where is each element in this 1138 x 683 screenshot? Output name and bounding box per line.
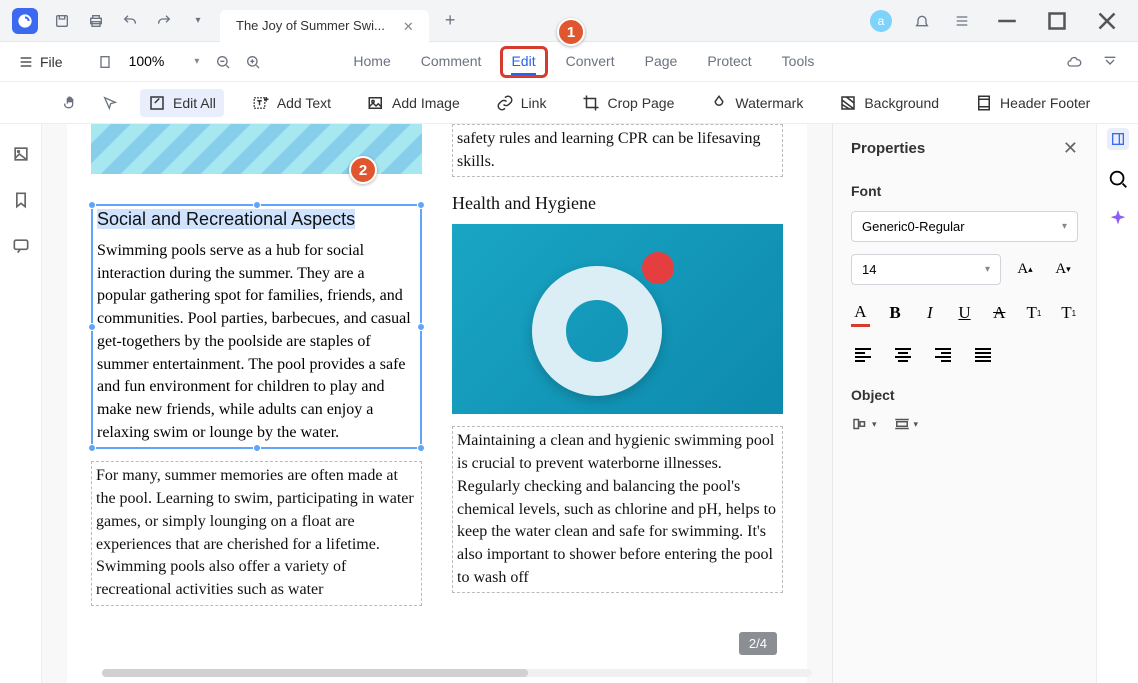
crop-icon	[582, 94, 600, 112]
tab-convert[interactable]: Convert	[566, 49, 615, 75]
italic-icon[interactable]: I	[920, 299, 939, 327]
superscript-icon[interactable]: T1	[1025, 299, 1044, 327]
left-sidebar	[0, 124, 42, 683]
paragraph-hygiene[interactable]: Maintaining a clean and hygienic swimmin…	[452, 426, 783, 593]
app-logo[interactable]	[12, 8, 38, 34]
chevron-down-icon[interactable]: ▾	[188, 11, 208, 31]
menu-icon[interactable]	[952, 11, 972, 31]
edit-all-icon	[148, 94, 166, 112]
link-button[interactable]: Link	[488, 89, 555, 117]
edit-all-button[interactable]: Edit All	[140, 89, 224, 117]
bell-icon[interactable]	[912, 11, 932, 31]
new-tab-button[interactable]: +	[445, 10, 456, 31]
undo-icon[interactable]	[120, 11, 140, 31]
link-icon	[496, 94, 514, 112]
paragraph-memories[interactable]: For many, summer memories are often made…	[91, 461, 422, 605]
properties-panel: Properties ✕ Font Generic0-Regular 14 A▴…	[832, 124, 1096, 683]
tab-protect[interactable]: Protect	[707, 49, 751, 75]
background-icon	[839, 94, 857, 112]
heading-health[interactable]: Health and Hygiene	[452, 193, 783, 214]
properties-title: Properties	[851, 140, 925, 157]
page-indicator: 2/4	[739, 632, 777, 655]
properties-close-icon[interactable]: ✕	[1063, 138, 1078, 159]
increase-font-icon[interactable]: A▴	[1011, 256, 1039, 284]
file-menu[interactable]: File	[18, 54, 63, 70]
cloud-icon[interactable]	[1064, 52, 1084, 72]
close-icon[interactable]: ✕	[403, 19, 417, 33]
bookmarks-icon[interactable]	[11, 190, 31, 210]
font-size-select[interactable]: 14	[851, 254, 1001, 285]
tab-title: The Joy of Summer Swi...	[236, 18, 385, 33]
align-center-icon[interactable]	[891, 343, 915, 367]
horizontal-scrollbar[interactable]	[102, 669, 812, 677]
print-icon[interactable]	[86, 11, 106, 31]
redo-icon[interactable]	[154, 11, 174, 31]
save-icon[interactable]	[52, 11, 72, 31]
add-text-icon	[252, 94, 270, 112]
strikethrough-icon[interactable]: A	[990, 299, 1009, 327]
document-page: Social and Recreational Aspects Swimming…	[67, 124, 807, 683]
tab-comment[interactable]: Comment	[421, 49, 482, 75]
object-align-dropdown[interactable]: ▾	[851, 415, 877, 433]
properties-rail-icon[interactable]	[1107, 128, 1129, 150]
paragraph-social[interactable]: Swimming pools serve as a hub for social…	[97, 240, 416, 444]
user-avatar[interactable]: a	[870, 10, 892, 32]
zoom-dropdown[interactable]: 100%	[125, 51, 204, 72]
header-footer-icon	[975, 94, 993, 112]
font-color-icon[interactable]: A	[851, 299, 870, 327]
header-footer-button[interactable]: Header Footer	[967, 89, 1098, 117]
decrease-font-icon[interactable]: A▾	[1049, 256, 1077, 284]
object-distribute-dropdown[interactable]: ▾	[893, 415, 919, 433]
document-tab[interactable]: The Joy of Summer Swi... ✕	[220, 10, 429, 42]
tab-edit[interactable]: Edit	[511, 49, 535, 75]
hand-tool-icon[interactable]	[60, 93, 80, 113]
tab-page[interactable]: Page	[645, 49, 678, 75]
heading-social[interactable]: Social and Recreational Aspects	[97, 209, 416, 230]
tab-home[interactable]: Home	[353, 49, 390, 75]
align-justify-icon[interactable]	[971, 343, 995, 367]
minimize-button[interactable]	[992, 6, 1022, 36]
document-image-pool[interactable]	[452, 224, 783, 414]
page-view-icon[interactable]	[95, 52, 115, 72]
object-section-label: Object	[851, 387, 1078, 403]
comments-icon[interactable]	[11, 236, 31, 256]
watermark-icon	[710, 94, 728, 112]
underline-icon[interactable]: U	[955, 299, 974, 327]
paragraph-fragment-top[interactable]: safety rules and learning CPR can be lif…	[452, 124, 783, 177]
add-image-icon	[367, 94, 385, 112]
subscript-icon[interactable]: T1	[1059, 299, 1078, 327]
font-family-select[interactable]: Generic0-Regular	[851, 211, 1078, 242]
zoom-out-icon[interactable]	[213, 52, 233, 72]
selected-text-box[interactable]: Social and Recreational Aspects Swimming…	[91, 204, 422, 449]
font-section-label: Font	[851, 183, 1078, 199]
search-rail-icon[interactable]	[1107, 168, 1129, 190]
right-sidebar	[1096, 124, 1138, 683]
align-left-icon[interactable]	[851, 343, 875, 367]
collapse-ribbon-icon[interactable]	[1100, 52, 1120, 72]
close-button[interactable]	[1092, 6, 1122, 36]
align-right-icon[interactable]	[931, 343, 955, 367]
background-button[interactable]: Background	[831, 89, 947, 117]
crop-page-button[interactable]: Crop Page	[574, 89, 682, 117]
add-text-button[interactable]: Add Text	[244, 89, 339, 117]
maximize-button[interactable]	[1042, 6, 1072, 36]
add-image-button[interactable]: Add Image	[359, 89, 468, 117]
select-tool-icon[interactable]	[100, 93, 120, 113]
tab-tools[interactable]: Tools	[782, 49, 815, 75]
bold-icon[interactable]: B	[886, 299, 905, 327]
zoom-in-icon[interactable]	[243, 52, 263, 72]
document-image-beach[interactable]	[91, 124, 422, 174]
watermark-button[interactable]: Watermark	[702, 89, 811, 117]
ai-rail-icon[interactable]	[1107, 208, 1129, 230]
thumbnails-icon[interactable]	[11, 144, 31, 164]
